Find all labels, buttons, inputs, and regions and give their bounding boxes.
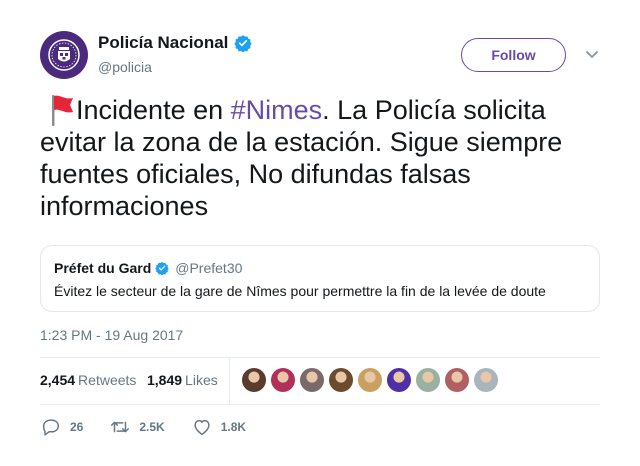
verified-badge-icon [234, 35, 253, 52]
reply-icon [42, 419, 60, 436]
reply-count: 26 [70, 420, 84, 434]
red-flag-icon [52, 95, 73, 126]
liker-avatar[interactable] [416, 368, 440, 392]
liker-avatars [242, 368, 498, 392]
retweets-label: Retweets [78, 372, 137, 388]
liker-avatar[interactable] [358, 368, 382, 392]
policia-crest-icon [48, 39, 80, 71]
stats-separator [229, 358, 230, 404]
retweet-button[interactable]: 2.5K [109, 416, 165, 438]
tweet-stats: 2,454 Retweets 1,849 Likes [40, 358, 600, 404]
liker-avatar[interactable] [271, 368, 295, 392]
liker-avatar[interactable] [387, 368, 411, 392]
quoted-tweet-text: Évitez le secteur de la gare de Nîmes po… [54, 283, 546, 299]
liker-avatar[interactable] [445, 368, 469, 392]
liker-avatar[interactable] [474, 368, 498, 392]
retweet-icon [111, 421, 130, 433]
verified-badge-icon [155, 261, 170, 275]
liker-avatar[interactable] [300, 368, 324, 392]
author-display-name[interactable]: Policía Nacional [98, 33, 228, 53]
follow-button[interactable]: Follow [461, 38, 566, 72]
chevron-down-icon[interactable] [584, 48, 600, 62]
likes-count: 1,849 [147, 372, 183, 388]
likes-label: Likes [185, 372, 218, 388]
quoted-tweet-header: Préfet du Gard @Prefet30 [54, 260, 242, 276]
quoted-author-name: Préfet du Gard [54, 260, 152, 276]
liker-avatar[interactable] [329, 368, 353, 392]
author-handle[interactable]: @policia [98, 59, 152, 75]
avatar[interactable] [40, 31, 88, 79]
heart-icon [194, 419, 210, 436]
retweet-count: 2.5K [139, 420, 165, 434]
hashtag-link[interactable]: #Nimes [231, 95, 323, 125]
tweet-text: Incidente en #Nimes. La Policía solicita… [40, 94, 600, 222]
divider [40, 404, 600, 405]
tweet-actions: 26 2.5K 1.8K [40, 416, 272, 438]
tweet-text-start: Incidente en [76, 95, 231, 125]
reply-button[interactable]: 26 [40, 416, 83, 438]
liker-avatar[interactable] [242, 368, 266, 392]
like-count: 1.8K [220, 420, 247, 434]
author-name-row: Policía Nacional [98, 33, 253, 53]
like-button[interactable]: 1.8K [191, 416, 246, 438]
likes-stat[interactable]: 1,849 Likes [147, 372, 218, 388]
quoted-author-handle: @Prefet30 [175, 260, 243, 276]
retweets-stat[interactable]: 2,454 Retweets [40, 372, 136, 388]
tweet-timestamp[interactable]: 1:23 PM - 19 Aug 2017 [40, 327, 183, 343]
retweets-count: 2,454 [40, 372, 76, 388]
quoted-tweet[interactable]: Préfet du Gard @Prefet30 Évitez le secte… [40, 245, 600, 312]
